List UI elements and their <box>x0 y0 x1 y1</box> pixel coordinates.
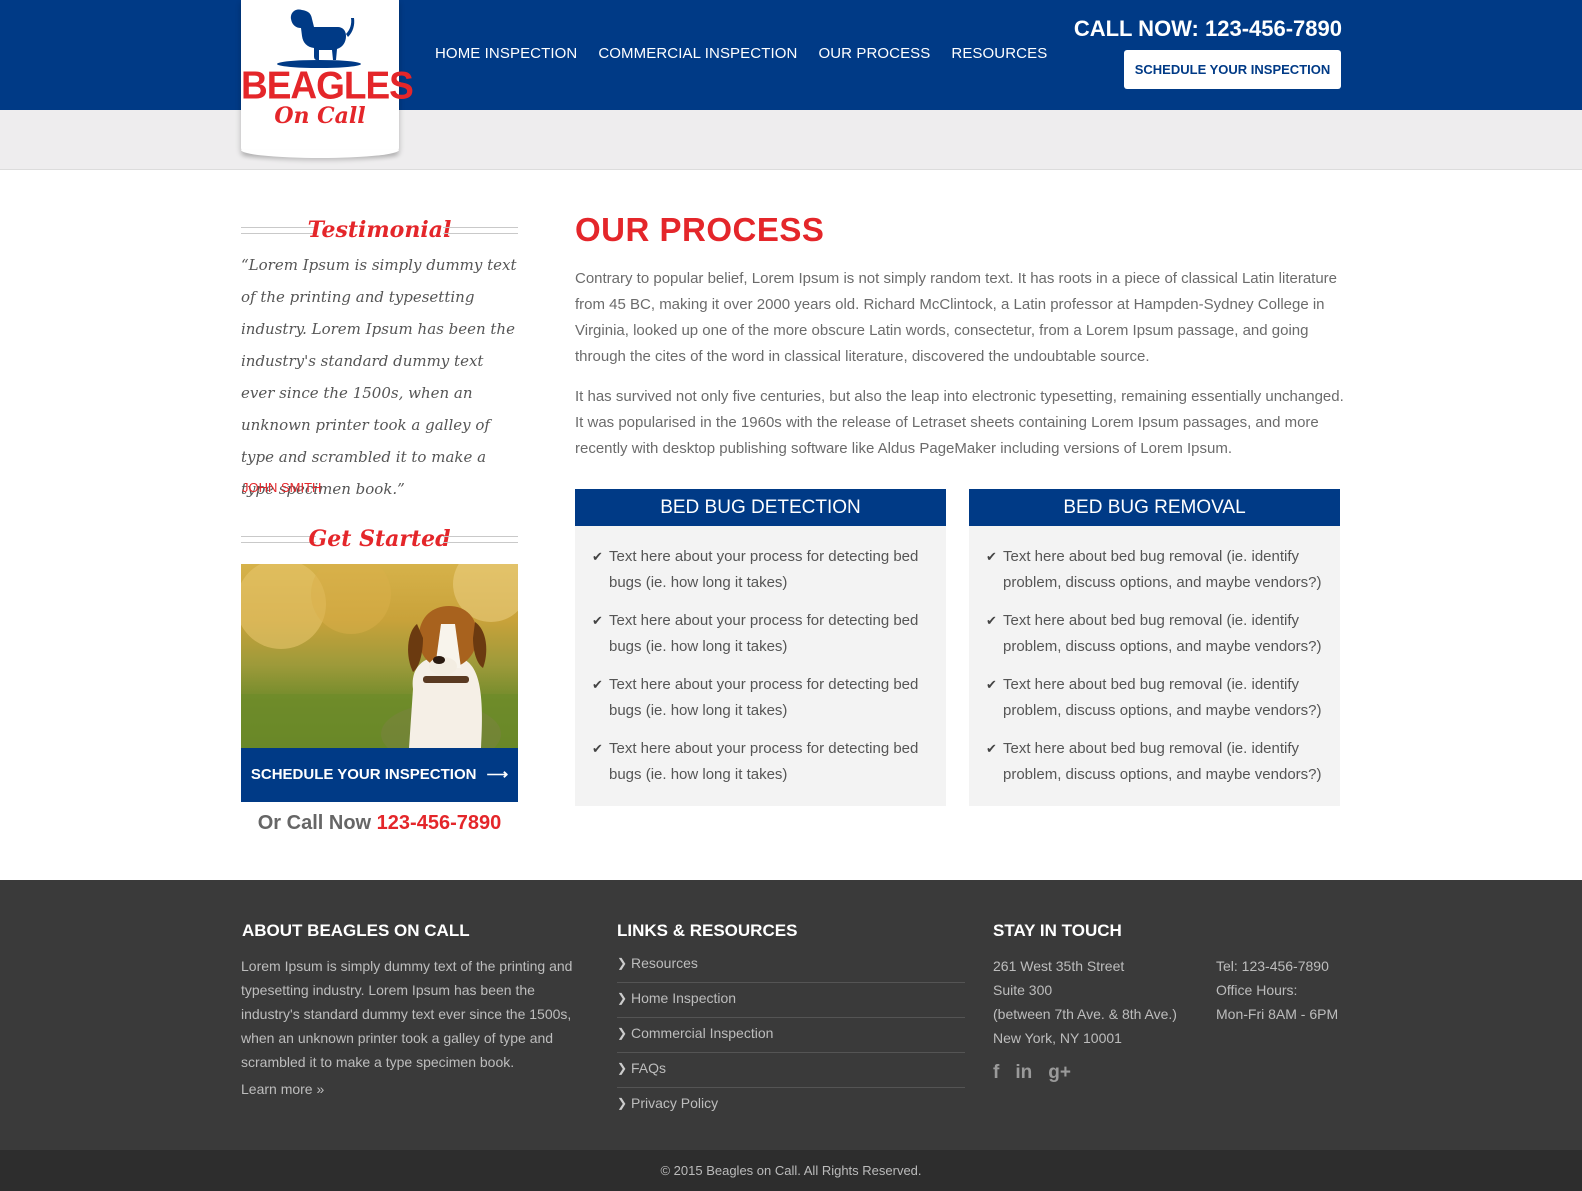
list-item: ✔ Text here about your process for detect… <box>592 672 932 724</box>
logo-tagline: On Call <box>274 103 366 129</box>
footer-about-title: ABOUT BEAGLES ON CALL <box>242 921 470 940</box>
arrow-right-icon: ⟶ <box>486 766 509 783</box>
site-logo[interactable]: BEAGLES On Call <box>241 0 414 158</box>
social-links: f in g+ <box>993 1062 1071 1084</box>
list-item: ✔ Text here about your process for detect… <box>592 608 932 660</box>
list-item: ✔ Text here about your process for detect… <box>592 544 932 596</box>
sidebar-schedule-label: SCHEDULE YOUR INSPECTION <box>250 766 477 783</box>
heading-rule-right <box>443 227 518 234</box>
intro-paragraph-2: It has survived not only five centuries,… <box>575 388 1344 457</box>
beagle-photo <box>241 564 518 748</box>
removal-list: ✔ Text here about bed bug removal (ie. id… <box>969 526 1340 788</box>
header-subbar <box>0 110 1582 170</box>
bed-bug-removal-panel: BED BUG REMOVAL ✔ Text here about bed bug… <box>969 489 1340 806</box>
copyright-text: © 2015 Beagles on Call. All Rights Reser… <box>660 1163 922 1178</box>
or-call-label: Or Call Now <box>257 812 372 834</box>
list-item-text: Text here about your process for detecti… <box>609 676 919 719</box>
checkmark-icon: ✔ <box>592 741 603 756</box>
footer-link-label: Commercial Inspection <box>631 1025 774 1041</box>
page-title: OUR PROCESS <box>575 211 825 248</box>
footer-link-resources[interactable]: ❯ Resources <box>617 948 965 983</box>
office-hours-label: Office Hours: <box>1216 982 1298 998</box>
nav-home-inspection[interactable]: HOME INSPECTION <box>435 44 577 64</box>
list-item-text: Text here about your process for detecti… <box>609 740 919 783</box>
chevron-right-icon: ❯ <box>617 1026 628 1040</box>
detection-list: ✔ Text here about your process for detect… <box>575 526 946 788</box>
footer-contact-title: STAY IN TOUCH <box>993 921 1122 940</box>
checkmark-icon: ✔ <box>986 613 997 628</box>
chevron-right-icon: ❯ <box>617 1096 628 1110</box>
nav-commercial-inspection[interactable]: COMMERCIAL INSPECTION <box>598 44 797 64</box>
checkmark-icon: ✔ <box>986 549 997 564</box>
address-line: (between 7th Ave. & 8th Ave.) <box>993 1006 1177 1022</box>
footer-links-title: LINKS & RESOURCES <box>617 921 798 940</box>
address-line: 261 West 35th Street <box>993 958 1125 974</box>
list-item-text: Text here about your process for detecti… <box>609 548 919 591</box>
linkedin-icon[interactable]: in <box>1015 1062 1032 1084</box>
footer-link-label: FAQs <box>631 1060 667 1076</box>
checkmark-icon: ✔ <box>592 613 603 628</box>
footer-phone-hours: Tel: 123-456-7890 Office Hours: Mon-Fri … <box>1216 954 1338 1026</box>
footer-link-label: Home Inspection <box>631 990 737 1006</box>
list-item: ✔ Text here about bed bug removal (ie. id… <box>986 544 1326 596</box>
beagle-logo-icon <box>277 9 361 68</box>
or-call-now: Or Call Now 123-456-7890 <box>241 808 518 838</box>
list-item-text: Text here about bed bug removal (ie. ide… <box>1003 740 1322 783</box>
list-item: ✔ Text here about bed bug removal (ie. id… <box>986 608 1326 660</box>
intro-paragraph-1: Contrary to popular belief, Lorem Ipsum … <box>575 270 1338 365</box>
checkmark-icon: ✔ <box>592 677 603 692</box>
footer-link-faqs[interactable]: ❯ FAQs <box>617 1053 965 1088</box>
checkmark-icon: ✔ <box>592 549 603 564</box>
address-line: Suite 300 <box>993 982 1053 998</box>
footer-phone[interactable]: Tel: 123-456-7890 <box>1216 954 1338 978</box>
get-started-heading: Get Started <box>241 521 518 557</box>
google-plus-icon[interactable]: g+ <box>1048 1062 1071 1084</box>
chevron-right-icon: ❯ <box>617 956 628 970</box>
address-line: New York, NY 10001 <box>993 1030 1122 1046</box>
testimonial-author: JOHN SMITH <box>242 480 322 495</box>
footer-link-privacy-policy[interactable]: ❯ Privacy Policy <box>617 1088 965 1123</box>
footer-links-list: ❯ Resources ❯ Home Inspection ❯ Commercial … <box>617 948 965 1123</box>
header-call-now[interactable]: CALL NOW: 123-456-7890 <box>1074 15 1342 43</box>
chevron-right-icon: ❯ <box>617 991 628 1005</box>
footer-address: 261 West 35th Street Suite 300 (between … <box>993 954 1177 1050</box>
facebook-icon[interactable]: f <box>993 1062 999 1084</box>
list-item: ✔ Text here about bed bug removal (ie. id… <box>986 736 1326 788</box>
header-schedule-button[interactable]: SCHEDULE YOUR INSPECTION <box>1124 50 1341 89</box>
copyright-bar: © 2015 Beagles on Call. All Rights Reser… <box>0 1150 1582 1191</box>
checkmark-icon: ✔ <box>986 677 997 692</box>
nav-our-process[interactable]: OUR PROCESS <box>818 44 930 64</box>
main-nav: HOME INSPECTION COMMERCIAL INSPECTION OU… <box>435 44 1047 64</box>
learn-more-link[interactable]: Learn more » <box>241 1081 324 1097</box>
list-item-text: Text here about bed bug removal (ie. ide… <box>1003 676 1322 719</box>
footer-link-commercial-inspection[interactable]: ❯ Commercial Inspection <box>617 1018 965 1053</box>
footer-link-home-inspection[interactable]: ❯ Home Inspection <box>617 983 965 1018</box>
testimonial-heading: Testimonial <box>241 212 518 248</box>
footer-link-label: Resources <box>631 955 698 971</box>
chevron-right-icon: ❯ <box>617 1061 628 1075</box>
heading-rule-right <box>443 536 518 543</box>
footer-link-label: Privacy Policy <box>631 1095 719 1111</box>
nav-resources[interactable]: RESOURCES <box>951 44 1047 64</box>
office-hours-value: Mon-Fri 8AM - 6PM <box>1216 1006 1339 1022</box>
bed-bug-detection-panel: BED BUG DETECTION ✔ Text here about your … <box>575 489 946 806</box>
or-call-number[interactable]: 123-456-7890 <box>377 812 502 834</box>
list-item-text: Text here about your process for detecti… <box>609 612 919 655</box>
checkmark-icon: ✔ <box>986 741 997 756</box>
beagle-photo-illustration <box>241 564 518 748</box>
sidebar-schedule-button[interactable]: SCHEDULE YOUR INSPECTION ⟶ <box>241 748 518 802</box>
testimonial-quote: “Lorem Ipsum is simply dummy text of the… <box>241 256 517 498</box>
panel-title: BED BUG DETECTION <box>575 489 946 526</box>
list-item-text: Text here about bed bug removal (ie. ide… <box>1003 548 1322 591</box>
panel-title: BED BUG REMOVAL <box>969 489 1340 526</box>
list-item: ✔ Text here about your process for detect… <box>592 736 932 788</box>
list-item-text: Text here about bed bug removal (ie. ide… <box>1003 612 1322 655</box>
list-item: ✔ Text here about bed bug removal (ie. id… <box>986 672 1326 724</box>
footer-about-text: Lorem Ipsum is simply dummy text of the … <box>241 958 573 1070</box>
